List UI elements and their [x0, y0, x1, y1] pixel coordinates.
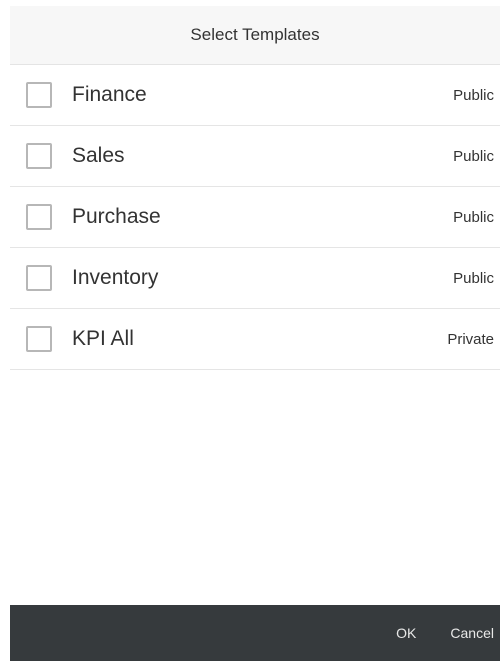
checkbox[interactable] [26, 143, 52, 169]
template-label: Inventory [72, 266, 159, 289]
visibility-label: Public [453, 147, 494, 165]
dialog-footer: OK Cancel [10, 605, 500, 661]
template-label: Purchase [72, 205, 161, 228]
dialog-header: Select Templates [10, 6, 500, 65]
visibility-label: Public [453, 208, 494, 226]
visibility-label: Public [453, 269, 494, 287]
template-item-purchase[interactable]: Purchase Public [10, 187, 500, 248]
select-templates-dialog: Select Templates Finance Public Sales Pu… [10, 6, 500, 661]
template-label: Sales [72, 144, 125, 167]
template-label: KPI All [72, 327, 134, 350]
visibility-label: Private [447, 330, 494, 348]
template-label: Finance [72, 83, 147, 106]
template-item-finance[interactable]: Finance Public [10, 65, 500, 126]
template-item-kpi-all[interactable]: KPI All Private [10, 309, 500, 370]
checkbox[interactable] [26, 204, 52, 230]
visibility-label: Public [453, 86, 494, 104]
template-item-sales[interactable]: Sales Public [10, 126, 500, 187]
template-list: Finance Public Sales Public Purchase Pub… [10, 65, 500, 370]
ok-button[interactable]: OK [396, 625, 416, 641]
checkbox[interactable] [26, 265, 52, 291]
cancel-button[interactable]: Cancel [450, 625, 494, 641]
checkbox[interactable] [26, 82, 52, 108]
checkbox[interactable] [26, 326, 52, 352]
dialog-title: Select Templates [190, 25, 320, 44]
template-item-inventory[interactable]: Inventory Public [10, 248, 500, 309]
